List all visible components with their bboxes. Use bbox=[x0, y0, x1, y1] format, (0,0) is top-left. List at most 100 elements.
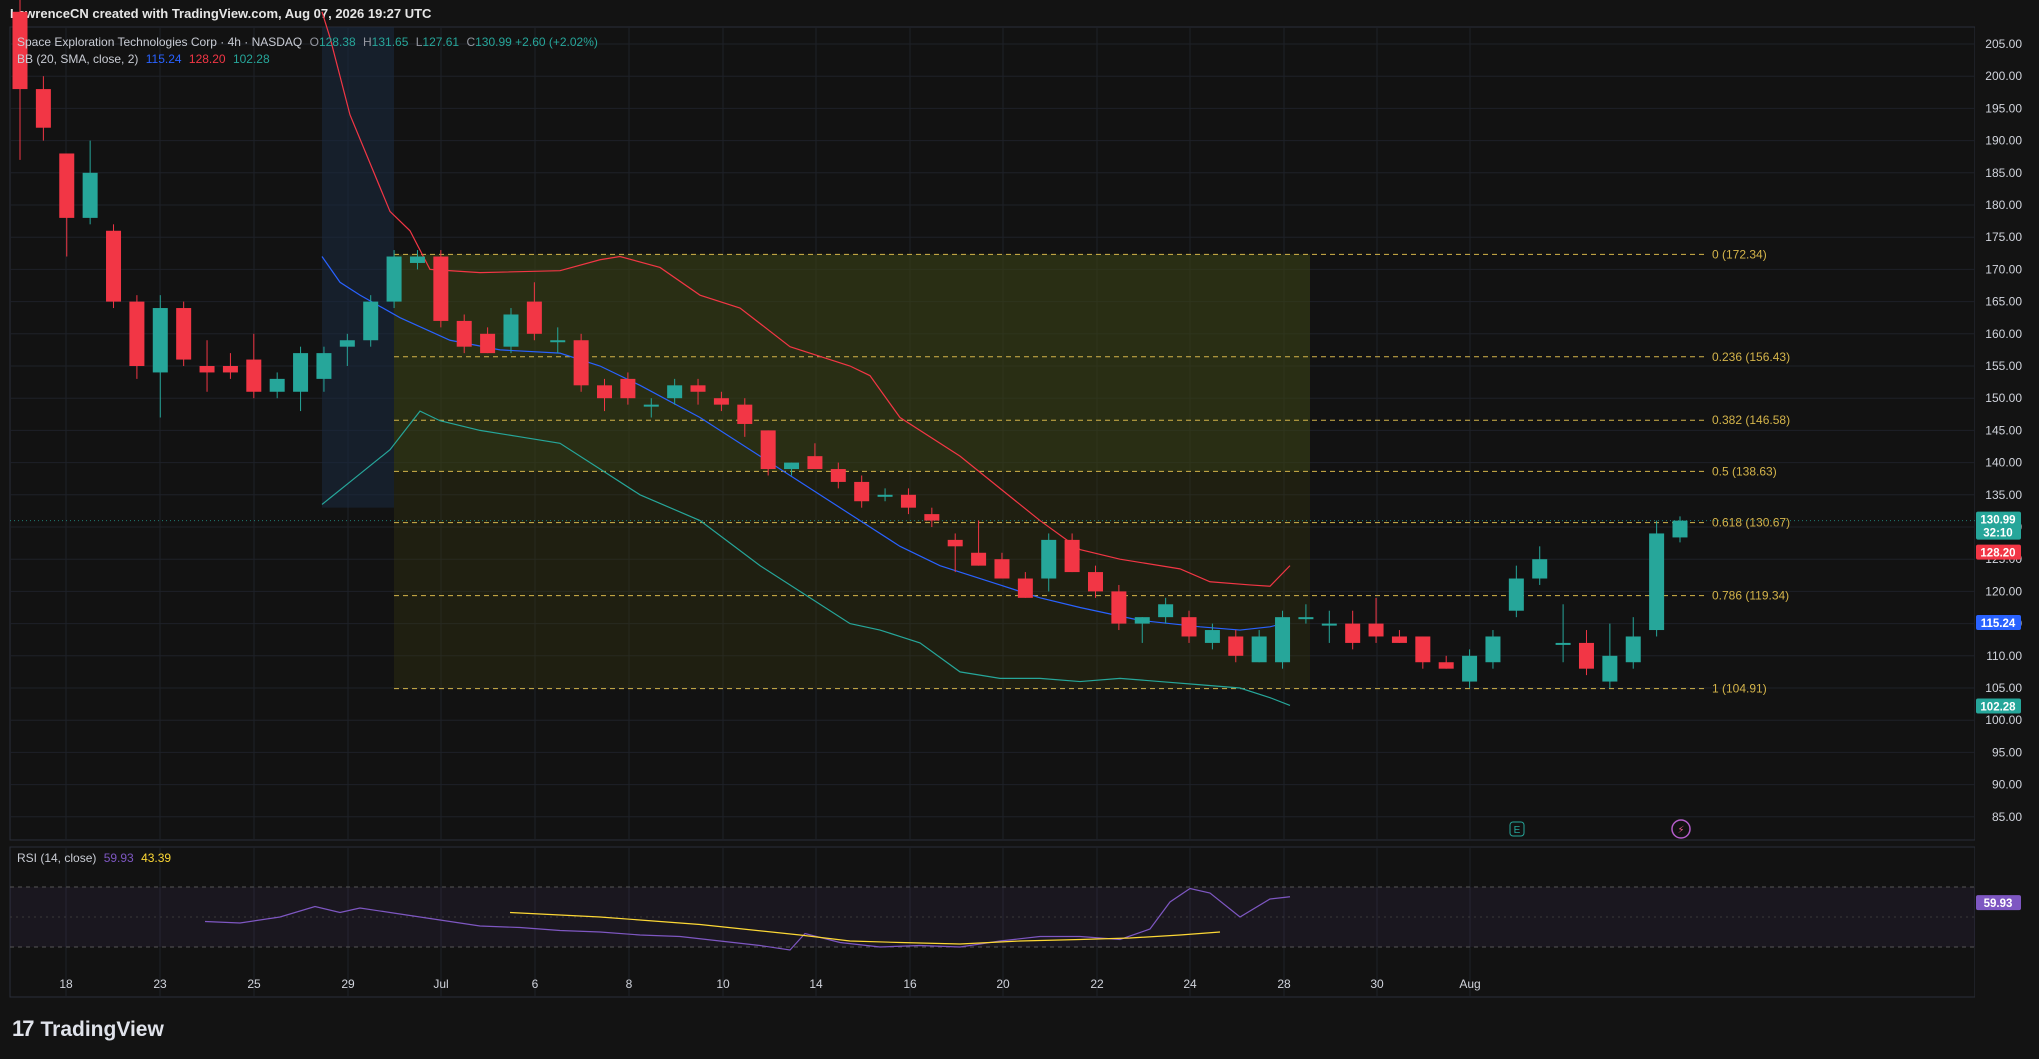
candle-body bbox=[784, 462, 800, 470]
candle-body bbox=[1578, 642, 1594, 669]
candle-body bbox=[59, 153, 75, 218]
price-axis-label: 190.00 bbox=[1985, 134, 2022, 148]
change-value: +2.60 (+2.02%) bbox=[515, 35, 598, 49]
high-key: H bbox=[363, 35, 372, 49]
candle-body bbox=[1321, 623, 1337, 626]
bb-upper-value: 128.20 bbox=[188, 52, 226, 66]
candle-body bbox=[1672, 520, 1688, 538]
candle bbox=[760, 430, 776, 476]
price-axis-label: 195.00 bbox=[1985, 101, 2022, 115]
price-axis-label: 95.00 bbox=[1992, 745, 2022, 759]
time-axis-label: 30 bbox=[1370, 977, 1384, 991]
candle-body bbox=[1438, 662, 1454, 669]
candle-body bbox=[713, 398, 729, 405]
candle-body bbox=[386, 256, 402, 302]
candle-body bbox=[199, 366, 215, 373]
fib-label-1: 1 (104.91) bbox=[1712, 682, 1767, 696]
price-axis: 205.00 200.00 195.00 190.00 185.00 180.00 175.… bbox=[1975, 0, 2039, 1000]
candle-body bbox=[807, 456, 823, 470]
tradingview-logo[interactable]: 17 TradingView bbox=[12, 1016, 164, 1042]
rsi-tag-text: 59.93 bbox=[1984, 898, 2013, 910]
time-axis-label: 22 bbox=[1090, 977, 1104, 991]
price-axis-label: 150.00 bbox=[1985, 391, 2022, 405]
time-axis-label: 28 bbox=[1277, 977, 1291, 991]
open-key: O bbox=[309, 35, 319, 49]
symbol-name: Space Exploration Technologies Corp · 4h… bbox=[17, 35, 303, 49]
candle-body bbox=[1345, 623, 1361, 643]
highlight-zone bbox=[322, 27, 394, 508]
price-axis-label: 135.00 bbox=[1985, 488, 2022, 502]
bb-basis-tag-text: 115.24 bbox=[1981, 618, 2016, 630]
candle-body bbox=[269, 378, 285, 392]
price-axis-label: 160.00 bbox=[1985, 327, 2022, 341]
price-axis-label: 200.00 bbox=[1985, 69, 2022, 83]
earnings-marker-text: E bbox=[1514, 825, 1521, 836]
candle bbox=[433, 250, 449, 328]
candle-body bbox=[830, 469, 846, 482]
candle-body bbox=[456, 320, 472, 347]
price-axis-label: 165.00 bbox=[1985, 295, 2022, 309]
bb-lower-tag-text: 102.28 bbox=[1980, 702, 2016, 714]
price-axis-label: 100.00 bbox=[1985, 713, 2022, 727]
candle-body bbox=[924, 514, 940, 521]
candle-body bbox=[1462, 655, 1478, 682]
candle-body bbox=[1555, 642, 1571, 645]
time-axis-label: Aug bbox=[1459, 977, 1480, 991]
candle-body bbox=[152, 308, 168, 373]
price-axis-label: 185.00 bbox=[1985, 166, 2022, 180]
candle-body bbox=[1391, 636, 1407, 643]
chart-canvas[interactable]: 0 (172.34) 0.236 (156.43) 0.382 (146.58) 0.… bbox=[0, 0, 2039, 1059]
candle-body bbox=[760, 430, 776, 470]
last-price-tag-text: 32:10 bbox=[1983, 528, 2012, 540]
bb-legend[interactable]: BB (20, SMA, close, 2) 115.24 128.20 102… bbox=[17, 52, 270, 66]
fib-label-0.618: 0.618 (130.67) bbox=[1712, 516, 1790, 530]
high-value: 131.65 bbox=[371, 35, 409, 49]
dividend-marker-text: ⚡ bbox=[1677, 825, 1684, 836]
candle-body bbox=[1625, 636, 1641, 663]
rsi-legend[interactable]: RSI (14, close) 59.93 43.39 bbox=[17, 851, 171, 865]
time-axis-label: 23 bbox=[153, 977, 167, 991]
fib-label-0.382: 0.382 (146.58) bbox=[1712, 413, 1790, 427]
candle bbox=[363, 295, 379, 347]
candle-body bbox=[1368, 623, 1384, 637]
price-axis-label: 155.00 bbox=[1985, 359, 2022, 373]
candle-body bbox=[1204, 630, 1220, 643]
candle-body bbox=[597, 385, 613, 399]
price-axis-label: 180.00 bbox=[1985, 198, 2022, 212]
open-value: 128.38 bbox=[318, 35, 356, 49]
candle-body bbox=[409, 256, 425, 263]
candle-body bbox=[1532, 559, 1548, 579]
fib-label-0.5: 0.5 (138.63) bbox=[1712, 464, 1777, 478]
candle-body bbox=[737, 404, 753, 424]
candle-body bbox=[1415, 636, 1431, 663]
symbol-legend[interactable]: Space Exploration Technologies Corp · 4h… bbox=[17, 35, 598, 49]
candle-body bbox=[1649, 533, 1665, 631]
price-axis-label: 120.00 bbox=[1985, 584, 2022, 598]
fib-label-0: 0 (172.34) bbox=[1712, 247, 1767, 261]
price-axis-label: 140.00 bbox=[1985, 456, 2022, 470]
last-price-tag-text: 130.99 bbox=[1980, 515, 2015, 527]
time-axis-label: 16 bbox=[903, 977, 917, 991]
candle-body bbox=[667, 385, 683, 399]
candle bbox=[1111, 584, 1127, 631]
candle bbox=[1649, 520, 1665, 637]
bb-lower-value: 102.28 bbox=[232, 52, 270, 66]
candle-body bbox=[900, 494, 916, 508]
candle-body bbox=[1485, 636, 1501, 663]
time-axis-label: 8 bbox=[626, 977, 633, 991]
candle-body bbox=[971, 552, 987, 566]
candle-body bbox=[480, 333, 496, 354]
candle-body bbox=[877, 494, 893, 497]
candle-body bbox=[1251, 636, 1267, 663]
candle-body bbox=[12, 11, 28, 90]
candle-body bbox=[106, 230, 122, 302]
candle-body bbox=[947, 539, 963, 547]
time-axis-label: 6 bbox=[532, 977, 539, 991]
fib-label-0.236: 0.236 (156.43) bbox=[1712, 350, 1790, 364]
candle-body bbox=[433, 256, 449, 321]
candle-body bbox=[176, 308, 192, 360]
candle-body bbox=[854, 481, 870, 502]
bb-label: BB (20, SMA, close, 2) bbox=[17, 52, 139, 66]
candle-body bbox=[1017, 578, 1033, 598]
candle-body bbox=[620, 378, 636, 399]
